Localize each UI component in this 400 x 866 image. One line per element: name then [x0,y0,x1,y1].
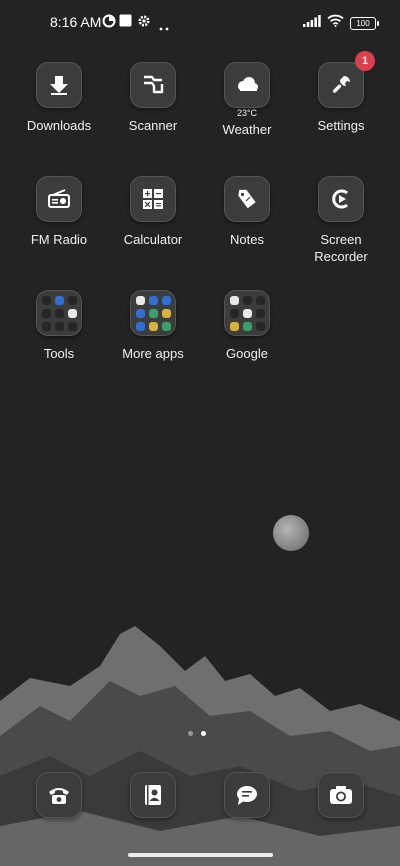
weather-cloud-icon [224,62,270,108]
wrench-icon: 1 [318,51,375,108]
folder-more-apps[interactable]: More apps [113,290,193,361]
gear-icon [137,14,151,33]
app-weather[interactable]: 23°C Weather [207,62,287,137]
app-label: Calculator [123,232,183,247]
app-label: Screen [320,232,362,247]
moon-wallpaper [273,515,309,551]
app-fm-radio[interactable]: FM Radio [19,176,99,247]
app-downloads[interactable]: Downloads [19,62,99,133]
status-right: 100 [303,14,379,32]
phone-icon [36,772,82,818]
app-label: Scanner [128,118,178,133]
app-scanner[interactable]: Scanner [113,62,193,133]
folder-google[interactable]: Google [207,290,287,361]
app-label: Tools [43,346,75,361]
weather-temperature: 23°C [236,108,258,118]
notes-tag-icon [224,176,270,222]
app-label: FM Radio [30,232,88,247]
messages-icon [224,772,270,818]
data-saver-icon [102,14,116,33]
app-label: More apps [122,346,184,361]
page-dot-current[interactable] [201,731,206,736]
app-calculator[interactable]: Calculator [113,176,193,247]
page-indicator [188,731,206,736]
camera-icon [318,772,364,818]
radio-icon [36,176,82,222]
dock-camera[interactable] [318,772,364,818]
status-bar: 8:16 AM 100 [0,0,400,44]
wifi-icon [327,14,344,32]
calculator-icon [130,176,176,222]
status-time: 8:16 AM [50,14,102,30]
downloads-icon [36,62,82,108]
folder-icon [36,290,82,336]
dock-contacts[interactable] [130,772,176,818]
battery-indicator: 100 [350,16,379,30]
app-settings[interactable]: 1 Settings [301,51,381,133]
dock-messages[interactable] [224,772,270,818]
dock-phone[interactable] [36,772,82,818]
home-indicator[interactable] [128,853,273,857]
notification-badge: 1 [355,51,375,71]
mountain-wallpaper [0,626,400,866]
contacts-icon [130,772,176,818]
screen-recorder-icon [318,176,364,222]
folder-tools[interactable]: Tools [19,290,99,361]
folder-icon [224,290,270,336]
page-dot[interactable] [188,731,193,736]
app-label: Downloads [26,118,92,133]
scanner-icon [130,62,176,108]
more-notifications-icon [159,18,169,36]
app-label: Settings [317,118,365,133]
app-label: Notes [230,232,264,247]
notification-square-icon [119,14,132,32]
signal-icon [303,14,321,32]
folder-icon [130,290,176,336]
app-screen-recorder[interactable]: Screen Recorder [301,176,381,264]
app-label: Recorder [314,249,368,264]
app-notes[interactable]: Notes [207,176,287,247]
app-label: Google [226,346,268,361]
app-label: Weather [222,122,272,137]
